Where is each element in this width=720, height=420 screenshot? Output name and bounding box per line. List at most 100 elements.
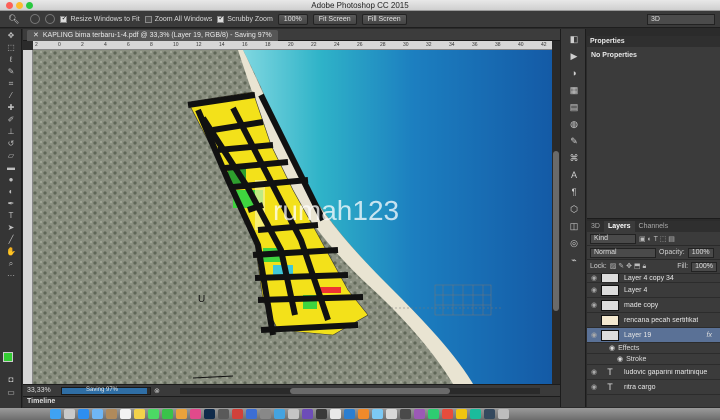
app-icon[interactable] xyxy=(218,409,229,419)
pen-tool-icon[interactable]: ✒ xyxy=(2,198,20,209)
eye-icon[interactable]: ◉ xyxy=(609,344,615,352)
eraser-tool-icon[interactable]: ▱ xyxy=(2,150,20,161)
vertical-scroll-thumb[interactable] xyxy=(553,151,559,311)
app-icon[interactable] xyxy=(428,409,439,419)
3d-icon[interactable]: ⬡ xyxy=(565,202,583,216)
app-icon[interactable] xyxy=(260,409,271,419)
dodge-tool-icon[interactable]: ◐ xyxy=(2,186,20,197)
eye-icon[interactable]: ◉ xyxy=(587,383,601,391)
workspace-select[interactable]: 3D xyxy=(647,14,715,25)
layer-row-selected[interactable]: ◉ Layer 19 fx xyxy=(587,328,720,343)
paragraph-icon[interactable]: ¶ xyxy=(565,185,583,199)
tab-layers[interactable]: Layers xyxy=(603,221,635,232)
layer-row[interactable]: ◉ made copy xyxy=(587,298,720,313)
app-icon[interactable] xyxy=(414,409,425,419)
lock-icons[interactable]: ▨ ✎ ✥ ⬒ 🔒︎ xyxy=(610,262,646,271)
play-icon[interactable]: ▶ xyxy=(565,49,583,63)
safari-icon[interactable] xyxy=(78,409,89,419)
photoshop-icon[interactable] xyxy=(204,409,215,419)
hand-tool-icon[interactable]: ✋ xyxy=(2,246,20,257)
paths-icon[interactable]: ⌁ xyxy=(565,253,583,267)
tab-3d[interactable]: 3D xyxy=(587,221,604,232)
app-icon[interactable] xyxy=(386,409,397,419)
quick-mask-icon[interactable]: ◘ xyxy=(2,374,20,385)
eye-icon[interactable]: ◉ xyxy=(587,331,601,339)
contacts-icon[interactable] xyxy=(106,409,117,419)
fit-screen-button[interactable]: Fit Screen xyxy=(312,13,357,25)
app-icon[interactable] xyxy=(470,409,481,419)
app-icon[interactable] xyxy=(358,409,369,419)
zoom-level[interactable]: 33,33% xyxy=(23,387,61,394)
brushes-icon[interactable]: ✎ xyxy=(565,134,583,148)
effects-row[interactable]: ◉ Effects xyxy=(587,343,720,354)
layer-kind-filter[interactable]: Kind xyxy=(590,233,636,244)
layer-row[interactable]: ◉ Tludovic gaparini martinique xyxy=(587,365,720,380)
eye-icon[interactable]: ◉ xyxy=(587,301,601,309)
screen-mode-icon[interactable]: ▭ xyxy=(2,387,20,398)
zoom-all-windows-checkbox[interactable]: Zoom All Windows xyxy=(144,15,212,23)
zoom-tool-icon[interactable]: 🔍︎ xyxy=(8,14,19,25)
blend-mode-select[interactable]: Normal xyxy=(590,247,656,258)
zoom-100-button[interactable]: 100% xyxy=(277,13,308,25)
horizontal-scroll-thumb[interactable] xyxy=(289,387,450,394)
properties-title[interactable]: Properties xyxy=(587,36,720,47)
photos-icon[interactable] xyxy=(176,409,187,419)
history-icon[interactable]: ◧ xyxy=(565,32,583,46)
crop-tool-icon[interactable]: ⌗ xyxy=(2,78,20,89)
clone-tool-icon[interactable]: ⊥ xyxy=(2,126,20,137)
status-close-icon[interactable]: ⊗ xyxy=(154,387,160,395)
app-icon[interactable] xyxy=(316,409,327,419)
launchpad-icon[interactable] xyxy=(64,409,75,419)
layer-row[interactable]: ◉ Tritra cargo xyxy=(587,380,720,395)
healing-tool-icon[interactable]: ✚ xyxy=(2,102,20,113)
type-tool-icon[interactable]: T xyxy=(2,210,20,221)
finder-icon[interactable] xyxy=(50,409,61,419)
app-icon[interactable] xyxy=(274,409,285,419)
scrubby-zoom-checkbox[interactable]: Scrubby Zoom xyxy=(217,14,273,23)
app-icon[interactable] xyxy=(372,409,383,419)
quick-select-tool-icon[interactable]: ✎ xyxy=(2,66,20,77)
app-icon[interactable] xyxy=(456,409,467,419)
vertical-scrollbar[interactable] xyxy=(552,41,560,384)
timeline-panel-header[interactable]: Timeline xyxy=(23,396,560,407)
app-icon[interactable] xyxy=(246,409,257,419)
app-icon[interactable] xyxy=(484,409,495,419)
app-icon[interactable] xyxy=(344,409,355,419)
layer-row[interactable]: ◉ Layer 4 copy 34 xyxy=(587,274,720,283)
clone-source-icon[interactable]: ⌘ xyxy=(565,151,583,165)
layers-icon[interactable]: ◫ xyxy=(565,219,583,233)
horizontal-scrollbar[interactable] xyxy=(179,387,540,394)
resize-windows-checkbox[interactable]: Resize Windows to Fit xyxy=(60,14,140,23)
mail-icon[interactable] xyxy=(92,409,103,419)
swatches-icon[interactable]: ▤ xyxy=(565,100,583,114)
close-tab-icon[interactable]: ✕ xyxy=(33,32,39,39)
zoom-out-icon[interactable] xyxy=(45,14,56,24)
fx-icon[interactable]: fx xyxy=(707,332,712,339)
styles-icon[interactable]: ▦ xyxy=(565,83,583,97)
app-icon[interactable] xyxy=(232,409,243,419)
fill-field[interactable]: 100% xyxy=(691,261,717,272)
filter-icons[interactable]: ▣ ◐ T ⬚ ▤ xyxy=(639,235,675,243)
history-brush-tool-icon[interactable]: ↺ xyxy=(2,138,20,149)
adjustments-icon[interactable]: ◑ xyxy=(565,66,583,80)
path-select-tool-icon[interactable]: ➤ xyxy=(2,222,20,233)
eye-icon[interactable]: ◉ xyxy=(617,355,623,363)
foreground-color-swatch[interactable] xyxy=(3,352,13,362)
lasso-tool-icon[interactable]: ℓ xyxy=(2,54,20,65)
brush-tool-icon[interactable]: ✐ xyxy=(2,114,20,125)
app-icon[interactable] xyxy=(330,409,341,419)
eyedropper-tool-icon[interactable]: ⁄ xyxy=(2,90,20,101)
app-icon[interactable] xyxy=(288,409,299,419)
gradient-tool-icon[interactable]: ▬ xyxy=(2,162,20,173)
eye-icon[interactable]: ◉ xyxy=(587,274,601,282)
app-icon[interactable] xyxy=(302,409,313,419)
more-tools-icon[interactable]: ··· xyxy=(2,270,20,281)
document-canvas[interactable]: U rumah123 xyxy=(33,50,552,384)
layer-row[interactable]: ◉ Layer 4 xyxy=(587,283,720,298)
shape-tool-icon[interactable]: ╱ xyxy=(2,234,20,245)
document-tab[interactable]: ✕ KAPLING bima terbaru-1-4.pdf @ 33,3% (L… xyxy=(27,30,278,41)
calendar-icon[interactable] xyxy=(120,409,131,419)
notes-icon[interactable] xyxy=(134,409,145,419)
layer-row[interactable]: rencana pecah sertifikat xyxy=(587,313,720,328)
move-tool-icon[interactable]: ✥ xyxy=(2,30,20,41)
